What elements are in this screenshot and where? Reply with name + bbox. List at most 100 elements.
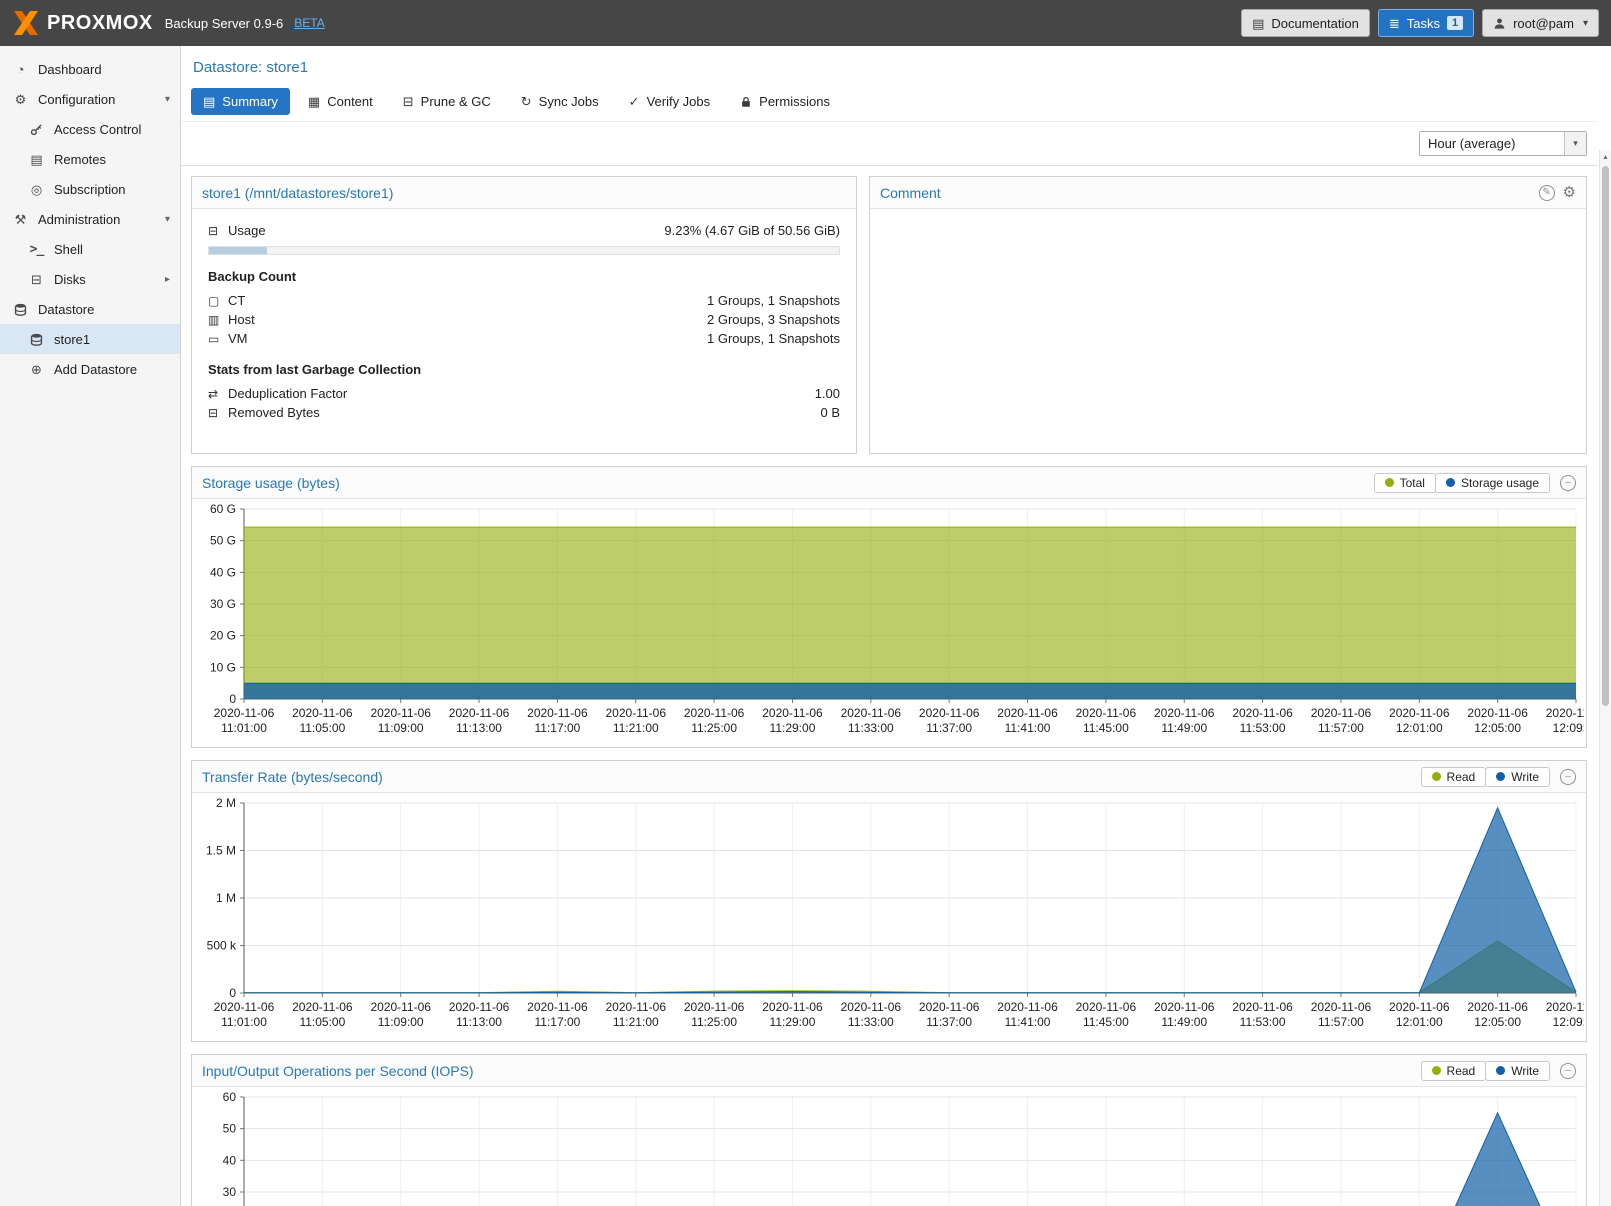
panel-header: Transfer Rate (bytes/second) ReadWrite –	[192, 761, 1586, 793]
svg-text:2020-11-0612:01:00: 2020-11-0612:01:00	[1389, 706, 1450, 735]
vertical-scrollbar[interactable]: ▲	[1599, 150, 1611, 1206]
legend-dot	[1496, 1066, 1505, 1075]
dedup-row: ⇄ Deduplication Factor 1.00	[208, 384, 840, 403]
legend-dot	[1496, 772, 1505, 781]
ct-row: ▢ CT 1 Groups, 1 Snapshots	[208, 291, 840, 310]
svg-text:2020-11-0611:05:00: 2020-11-0611:05:00	[292, 706, 353, 735]
svg-text:30: 30	[223, 1185, 237, 1199]
svg-text:2020-11-0611:29:00: 2020-11-0611:29:00	[762, 1000, 823, 1029]
legend-dot	[1446, 478, 1455, 487]
tab-prune-gc[interactable]: ⊟ Prune & GC	[391, 88, 503, 115]
chevron-down-icon[interactable]: ▾	[1564, 132, 1586, 155]
vm-label: VM	[228, 331, 248, 346]
chevron-right-icon[interactable]: ▸	[165, 274, 170, 285]
collapse-icon[interactable]: –	[1560, 769, 1576, 785]
sidebar-item-dashboard[interactable]: ◔ Dashboard	[0, 54, 180, 84]
hdd-icon: ⊟	[28, 273, 45, 286]
panel-header: Storage usage (bytes) TotalStorage usage…	[192, 467, 1586, 499]
host-value: 2 Groups, 3 Snapshots	[707, 312, 840, 327]
vm-row: ▭ VM 1 Groups, 1 Snapshots	[208, 329, 840, 348]
user-menu-button[interactable]: root@pam ▾	[1482, 9, 1599, 37]
tab-content[interactable]: ▦ Content	[296, 88, 385, 115]
comment-body[interactable]	[870, 209, 1586, 453]
sidebar-item-administration[interactable]: ⚒ Administration ▾	[0, 204, 180, 234]
svg-text:2020-11-0611:49:00: 2020-11-0611:49:00	[1154, 706, 1215, 735]
legend-item-read[interactable]: Read	[1421, 767, 1487, 787]
gear-icon[interactable]: ⚙	[1563, 185, 1576, 200]
sidebar-item-remotes[interactable]: ▤ Remotes	[0, 144, 180, 174]
legend-label: Read	[1447, 1064, 1476, 1078]
svg-text:2020-11-0611:57:00: 2020-11-0611:57:00	[1311, 706, 1372, 735]
product-name: PROXMOX	[47, 12, 153, 35]
tasks-button[interactable]: ≣ Tasks 1	[1378, 9, 1474, 37]
svg-text:50 G: 50 G	[210, 534, 236, 548]
datastore-usage-panel: store1 (/mnt/datastores/store1) ⊟ Usage …	[191, 176, 857, 454]
dedup-value: 1.00	[815, 386, 840, 401]
sidebar-item-configuration[interactable]: ⚙ Configuration ▾	[0, 84, 180, 114]
iops-chart-panel: Input/Output Operations per Second (IOPS…	[191, 1054, 1587, 1206]
svg-text:20 G: 20 G	[210, 629, 236, 643]
tab-sync-jobs[interactable]: ↻ Sync Jobs	[509, 88, 611, 115]
legend-item-total[interactable]: Total	[1374, 473, 1436, 493]
legend-item-read[interactable]: Read	[1421, 1061, 1487, 1081]
scroll-up-icon[interactable]: ▲	[1600, 150, 1611, 164]
svg-text:40: 40	[223, 1153, 237, 1167]
sidebar-item-add-datastore[interactable]: ⊕ Add Datastore	[0, 354, 180, 384]
check-circle-icon: ✓	[629, 95, 640, 108]
tab-permissions[interactable]: Permissions	[728, 88, 842, 115]
legend-item-write[interactable]: Write	[1485, 767, 1550, 787]
comment-panel: Comment ✎ ⚙	[869, 176, 1587, 454]
gauge-icon: ◔	[12, 63, 29, 76]
sidebar-item-store1[interactable]: store1	[0, 324, 180, 354]
collapse-icon[interactable]: –	[1560, 1063, 1576, 1079]
task-list-icon: ≣	[1389, 17, 1400, 30]
chevron-down-icon[interactable]: ▾	[165, 94, 170, 105]
panel-header: Input/Output Operations per Second (IOPS…	[192, 1055, 1586, 1087]
legend-item-write[interactable]: Write	[1485, 1061, 1550, 1081]
svg-text:60: 60	[223, 1090, 237, 1104]
chart-title: Storage usage (bytes)	[202, 475, 340, 491]
edit-comment-icon[interactable]: ✎	[1539, 185, 1555, 201]
svg-text:2020-11-0612:09:00: 2020-11-0612:09:00	[1546, 706, 1584, 735]
removed-bytes-value: 0 B	[820, 405, 840, 420]
documentation-label: Documentation	[1271, 16, 1358, 31]
iops-chart: 2020-11-0611:01:002020-11-0611:05:002020…	[192, 1087, 1584, 1206]
host-row: ▥ Host 2 Groups, 3 Snapshots	[208, 310, 840, 329]
svg-text:2020-11-0611:53:00: 2020-11-0611:53:00	[1232, 1000, 1293, 1029]
usage-panel-title: store1 (/mnt/datastores/store1)	[202, 185, 393, 201]
sidebar-item-datastore[interactable]: Datastore	[0, 294, 180, 324]
svg-text:2020-11-0611:29:00: 2020-11-0611:29:00	[762, 706, 823, 735]
sidebar-item-disks[interactable]: ⊟ Disks ▸	[0, 264, 180, 294]
vm-value: 1 Groups, 1 Snapshots	[707, 331, 840, 346]
collapse-icon[interactable]: –	[1560, 475, 1576, 491]
time-range-select[interactable]: Hour (average) ▾	[1419, 131, 1587, 156]
svg-text:2020-11-0611:25:00: 2020-11-0611:25:00	[684, 1000, 745, 1029]
sidebar-item-subscription[interactable]: ◎ Subscription	[0, 174, 180, 204]
main-content: Datastore: store1 ▤ Summary ▦ Content ⊟ …	[181, 46, 1611, 1206]
beta-link[interactable]: BETA	[294, 16, 324, 30]
tab-label: Content	[327, 94, 373, 109]
svg-text:2020-11-0611:25:00: 2020-11-0611:25:00	[684, 706, 745, 735]
svg-text:2020-11-0611:01:00: 2020-11-0611:01:00	[214, 706, 275, 735]
sidebar-item-label: store1	[54, 332, 90, 347]
chevron-down-icon[interactable]: ▾	[165, 214, 170, 225]
chart-title: Input/Output Operations per Second (IOPS…	[202, 1063, 474, 1079]
tab-verify-jobs[interactable]: ✓ Verify Jobs	[617, 88, 723, 115]
gear-icon: ⚙	[12, 93, 29, 106]
svg-text:2020-11-0611:33:00: 2020-11-0611:33:00	[841, 1000, 902, 1029]
tab-label: Permissions	[759, 94, 830, 109]
panel-header: store1 (/mnt/datastores/store1)	[192, 177, 856, 209]
sidebar-item-shell[interactable]: >_ Shell	[0, 234, 180, 264]
svg-text:2020-11-0611:57:00: 2020-11-0611:57:00	[1311, 1000, 1372, 1029]
legend-item-storage-usage[interactable]: Storage usage	[1435, 473, 1550, 493]
svg-text:2020-11-0611:45:00: 2020-11-0611:45:00	[1076, 706, 1137, 735]
usage-progress-fill	[209, 247, 267, 254]
scrollbar-thumb[interactable]	[1602, 166, 1609, 706]
storage-usage-chart: 2020-11-0611:01:00 2020-11-0611:05:00 2020…	[192, 499, 1584, 747]
svg-text:2020-11-0611:49:00: 2020-11-0611:49:00	[1154, 1000, 1215, 1029]
sidebar-item-label: Subscription	[54, 182, 126, 197]
documentation-button[interactable]: ▤ Documentation	[1241, 9, 1370, 37]
tab-summary[interactable]: ▤ Summary	[191, 88, 290, 115]
svg-text:2020-11-0611:05:00: 2020-11-0611:05:00	[292, 1000, 353, 1029]
sidebar-item-access-control[interactable]: Access Control	[0, 114, 180, 144]
